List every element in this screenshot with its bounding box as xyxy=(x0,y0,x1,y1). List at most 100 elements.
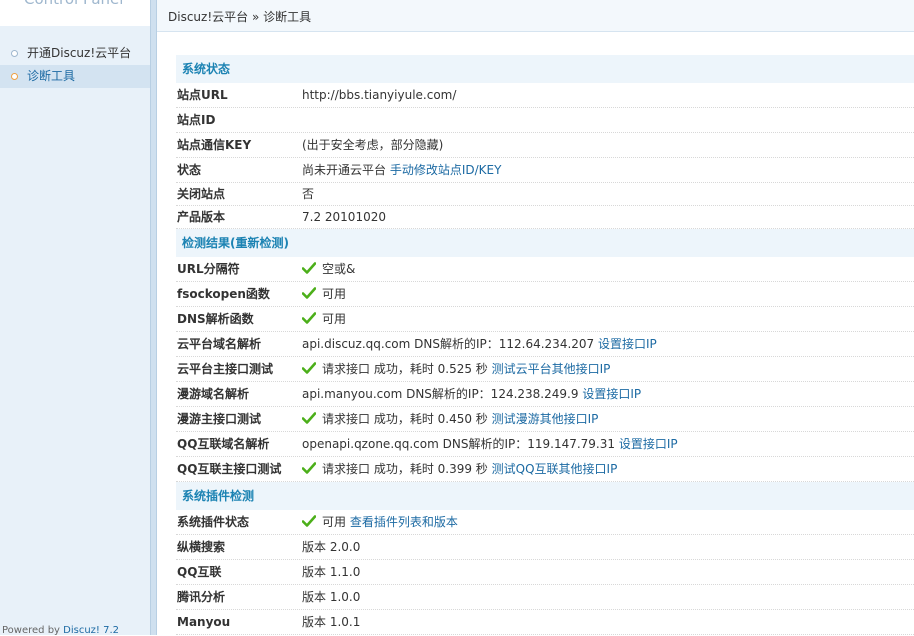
powered-by-link[interactable]: Discuz! 7.2 xyxy=(63,625,119,636)
row-value: api.manyou.com DNS解析的IP：124.238.249.9 设置… xyxy=(302,382,641,407)
check-icon xyxy=(302,312,316,324)
row-label: 云平台主接口测试 xyxy=(177,362,274,376)
row-value: 可用 xyxy=(302,282,346,307)
powered-by-prefix: Powered by xyxy=(2,625,64,636)
row-site-url: 站点URL http://bbs.tianyiyule.com/ xyxy=(176,83,914,108)
edit-site-id-key-link[interactable]: 手动修改站点ID/KEY xyxy=(390,163,502,177)
dns-result-text: api.manyou.com DNS解析的IP：124.238.249.9 xyxy=(302,387,579,401)
sidebar-item-label: 诊断工具 xyxy=(27,69,76,83)
section-title: 系统状态 xyxy=(182,62,231,76)
row-label: 关闭站点 xyxy=(177,187,226,201)
state-text: 尚未开通云平台 xyxy=(302,163,387,177)
check-icon xyxy=(302,362,316,374)
row-cloud-dns: 云平台域名解析 api.discuz.qq.com DNS解析的IP：112.6… xyxy=(176,332,914,357)
row-value: api.discuz.qq.com DNS解析的IP：112.64.234.20… xyxy=(302,332,657,357)
set-api-ip-link[interactable]: 设置接口IP xyxy=(582,387,641,401)
recheck-link[interactable]: 重新检测 xyxy=(236,236,284,250)
test-qq-other-ip-link[interactable]: 测试QQ互联其他接口IP xyxy=(492,462,618,476)
section-title: 系统插件检测 xyxy=(182,489,255,503)
check-icon xyxy=(302,412,316,424)
sidebar-menu: 开通Discuz!云平台 诊断工具 xyxy=(0,42,150,88)
row-value: (出于安全考虑，部分隐藏) xyxy=(302,138,444,152)
check-icon xyxy=(302,287,316,299)
dns-result-text: api.discuz.qq.com DNS解析的IP：112.64.234.20… xyxy=(302,337,595,351)
section-header-system-status: 系统状态 xyxy=(176,55,914,83)
row-value: 可用 xyxy=(302,307,346,332)
sidebar: Control Panel 开通Discuz!云平台 诊断工具 Powered … xyxy=(0,0,150,636)
row-label: Manyou xyxy=(177,615,231,629)
row-label: 状态 xyxy=(177,163,202,177)
row-value: 请求接口 成功，耗时 0.450 秒 测试漫游其他接口IP xyxy=(302,407,598,432)
row-label: 纵横搜索 xyxy=(177,540,226,554)
row-value: 版本 1.0.0 xyxy=(302,590,361,604)
row-label: 站点ID xyxy=(177,113,216,127)
view-plugin-list-link[interactable]: 查看插件列表和版本 xyxy=(350,515,458,529)
set-api-ip-link[interactable]: 设置接口IP xyxy=(619,437,678,451)
logo-text: Control Panel xyxy=(24,0,123,8)
row-value: 请求接口 成功，耗时 0.399 秒 测试QQ互联其他接口IP xyxy=(302,457,617,482)
row-value: 请求接口 成功，耗时 0.525 秒 测试云平台其他接口IP xyxy=(302,357,610,382)
row-value: 7.2 20101020 xyxy=(302,210,386,224)
row-value: openapi.qzone.qq.com DNS解析的IP：119.147.79… xyxy=(302,432,678,457)
breadcrumb-root[interactable]: Discuz!云平台 xyxy=(168,10,248,24)
status-text: 空或& xyxy=(322,262,356,276)
status-text: 可用 xyxy=(322,287,347,301)
section-title-suffix: ) xyxy=(283,236,289,250)
row-plugin-qqconnect: QQ互联 版本 1.1.0 xyxy=(176,560,914,585)
test-manyou-other-ip-link[interactable]: 测试漫游其他接口IP xyxy=(492,412,599,426)
row-label: 漫游域名解析 xyxy=(177,387,250,401)
sidebar-divider[interactable] xyxy=(150,0,157,635)
row-site-key: 站点通信KEY (出于安全考虑，部分隐藏) xyxy=(176,133,914,158)
row-cloud-api-test: 云平台主接口测试 请求接口 成功，耗时 0.525 秒 测试云平台其他接口IP xyxy=(176,357,914,382)
row-label: 腾讯分析 xyxy=(177,590,226,604)
sidebar-item-label: 开通Discuz!云平台 xyxy=(27,46,132,60)
row-label: 产品版本 xyxy=(177,210,226,224)
api-test-text: 请求接口 成功，耗时 0.450 秒 xyxy=(322,412,488,426)
row-value: 空或& xyxy=(302,257,355,282)
row-plugin-search: 纵横搜索 版本 2.0.0 xyxy=(176,535,914,560)
sidebar-item-open-cloud[interactable]: 开通Discuz!云平台 xyxy=(0,42,150,65)
row-qq-dns: QQ互联域名解析 openapi.qzone.qq.com DNS解析的IP：1… xyxy=(176,432,914,457)
row-value: 版本 1.0.1 xyxy=(302,615,361,629)
logo-area: Control Panel xyxy=(0,0,150,26)
api-test-text: 请求接口 成功，耗时 0.399 秒 xyxy=(322,462,488,476)
breadcrumb: Discuz!云平台 » 诊断工具 xyxy=(157,0,914,32)
main-content: 系统状态 站点URL http://bbs.tianyiyule.com/ 站点… xyxy=(176,55,914,635)
row-value: http://bbs.tianyiyule.com/ xyxy=(302,88,457,102)
row-plugin-manyou: Manyou 版本 1.0.1 xyxy=(176,610,914,635)
row-value: 版本 2.0.0 xyxy=(302,540,361,554)
row-label: DNS解析函数 xyxy=(177,312,254,326)
row-value: 可用 查看插件列表和版本 xyxy=(302,510,458,535)
row-label: URL分隔符 xyxy=(177,262,240,276)
row-label: 云平台域名解析 xyxy=(177,337,262,351)
row-label: QQ互联主接口测试 xyxy=(177,462,282,476)
row-qq-api-test: QQ互联主接口测试 请求接口 成功，耗时 0.399 秒 测试QQ互联其他接口I… xyxy=(176,457,914,482)
row-value: 版本 1.1.0 xyxy=(302,565,361,579)
status-text: 可用 xyxy=(322,312,347,326)
check-icon xyxy=(302,515,316,527)
row-dns-function: DNS解析函数 可用 xyxy=(176,307,914,332)
section-header-plugins: 系统插件检测 xyxy=(176,482,914,510)
row-site-closed: 关闭站点 否 xyxy=(176,183,914,206)
dns-result-text: openapi.qzone.qq.com DNS解析的IP：119.147.79… xyxy=(302,437,616,451)
breadcrumb-separator: » xyxy=(248,10,264,24)
row-product-version: 产品版本 7.2 20101020 xyxy=(176,206,914,229)
section-header-detection: 检测结果(重新检测) xyxy=(176,229,914,257)
powered-by: Powered by Discuz! 7.2 xyxy=(2,625,119,636)
row-label: QQ互联 xyxy=(177,565,222,579)
row-plugin-status: 系统插件状态 可用 查看插件列表和版本 xyxy=(176,510,914,535)
row-plugin-tencent-analytics: 腾讯分析 版本 1.0.0 xyxy=(176,585,914,610)
row-fsockopen: fsockopen函数 可用 xyxy=(176,282,914,307)
section-title: 检测结果( xyxy=(182,236,236,250)
sidebar-item-diagnostics[interactable]: 诊断工具 xyxy=(0,65,150,88)
row-value: 否 xyxy=(302,187,315,201)
row-value: 尚未开通云平台 手动修改站点ID/KEY xyxy=(302,158,501,183)
row-label: 系统插件状态 xyxy=(177,515,250,529)
row-manyou-api-test: 漫游主接口测试 请求接口 成功，耗时 0.450 秒 测试漫游其他接口IP xyxy=(176,407,914,432)
row-state: 状态 尚未开通云平台 手动修改站点ID/KEY xyxy=(176,158,914,183)
set-api-ip-link[interactable]: 设置接口IP xyxy=(598,337,657,351)
test-cloud-other-ip-link[interactable]: 测试云平台其他接口IP xyxy=(492,362,611,376)
api-test-text: 请求接口 成功，耗时 0.525 秒 xyxy=(322,362,488,376)
check-icon xyxy=(302,462,316,474)
row-url-separator: URL分隔符 空或& xyxy=(176,257,914,282)
